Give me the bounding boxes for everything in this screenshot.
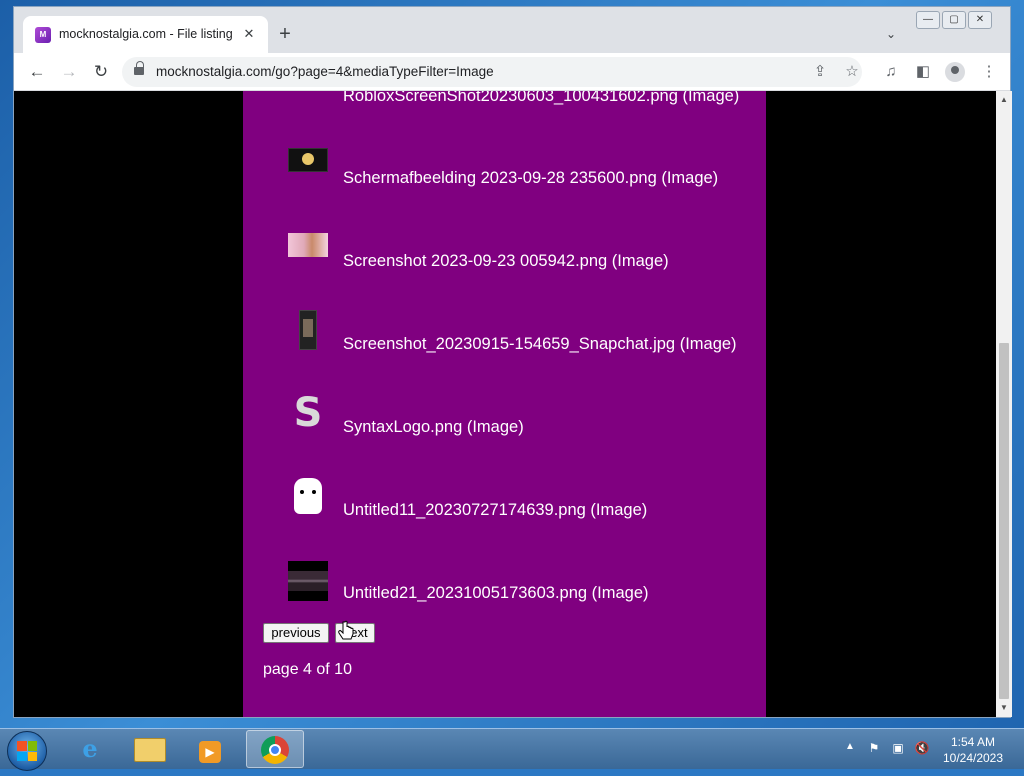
thumbnail-image[interactable] [299,310,317,350]
forward-button[interactable]: → [58,61,80,83]
media-player-icon[interactable]: ▶ [182,730,238,768]
previous-button[interactable]: previous [263,623,329,643]
list-item[interactable]: Screenshot 2023-09-23 005942.png (Image) [243,227,766,287]
site-favicon-icon: M [35,27,51,43]
windows-logo-icon [17,741,37,761]
clock-date: 10/24/2023 [942,751,1004,765]
file-link[interactable]: Screenshot_20230915-154659_Snapchat.jpg … [343,335,737,354]
file-link[interactable]: Schermafbeelding 2023-09-28 235600.png (… [343,169,718,188]
hand-cursor-icon [338,620,354,640]
network-icon[interactable]: ▣ [890,740,906,756]
list-item[interactable]: Schermafbeelding 2023-09-28 235600.png (… [243,144,766,204]
list-item[interactable]: Untitled21_20231005173603.png (Image) [243,559,766,619]
browser-toolbar: ← → ↻ mocknostalgia.com/go?page=4&mediaT… [14,53,1010,91]
window-controls: — ▢ ✕ [916,11,992,29]
list-item[interactable]: S SyntaxLogo.png (Image) [243,393,766,453]
show-hidden-icons-icon[interactable]: ▲ [845,741,855,752]
lock-icon[interactable] [134,61,144,75]
media-control-icon[interactable]: ♫ [880,61,902,83]
share-icon[interactable]: ⇪ [810,62,830,82]
list-item[interactable]: Screenshot_20230915-154659_Snapchat.jpg … [243,310,766,370]
new-tab-button[interactable]: + [274,24,296,46]
maximize-button[interactable]: ▢ [942,11,966,29]
system-clock[interactable]: 1:54 AM 10/24/2023 [930,734,1016,766]
thumbnail-image[interactable] [288,233,328,257]
volume-muted-icon[interactable]: 🔇 [914,740,930,756]
scrollbar-thumb[interactable] [999,343,1009,699]
tab-title: mocknostalgia.com - File listing [59,27,233,41]
file-link[interactable]: Untitled11_20230727174639.png (Image) [343,501,647,520]
chrome-taskbar-button[interactable] [246,730,304,768]
menu-icon[interactable]: ⋮ [978,61,1000,83]
page-indicator: page 4 of 10 [263,661,352,678]
file-link[interactable]: SyntaxLogo.png (Image) [343,418,524,437]
file-listing-panel: RobloxScreenShot20230603_100431602.png (… [243,91,766,717]
file-link[interactable]: Untitled21_20231005173603.png (Image) [343,584,649,603]
thumbnail-image[interactable] [288,148,328,172]
scroll-down-arrow-icon[interactable]: ▼ [996,701,1012,715]
thumbnail-image[interactable]: S [288,393,328,433]
vertical-scrollbar[interactable]: ▲ ▼ [996,91,1012,717]
reload-button[interactable]: ↻ [90,61,112,83]
tab-search-icon[interactable]: ⌄ [886,27,896,41]
address-bar[interactable]: mocknostalgia.com/go?page=4&mediaTypeFil… [122,57,862,87]
file-link[interactable]: Screenshot 2023-09-23 005942.png (Image) [343,252,669,271]
chrome-icon [261,736,289,764]
start-button[interactable] [7,731,47,771]
page-viewport: RobloxScreenShot20230603_100431602.png (… [14,91,996,717]
file-link[interactable]: RobloxScreenShot20230603_100431602.png (… [343,91,739,106]
tab-strip: M mocknostalgia.com - File listing ✕ + ⌄… [14,7,1010,53]
thumbnail-image[interactable] [288,476,328,516]
bookmark-star-icon[interactable]: ☆ [842,62,862,82]
minimize-button[interactable]: — [916,11,940,29]
taskbar: e ▶ ▲ ⚑ ▣ 🔇 1:54 AM 10/24/2023 [0,728,1024,771]
tab-close-icon[interactable]: ✕ [239,24,259,44]
thumbnail-image[interactable] [288,561,328,601]
close-window-button[interactable]: ✕ [968,11,992,29]
action-center-icon[interactable]: ⚑ [866,740,882,756]
internet-explorer-icon[interactable]: e [62,730,118,768]
back-button[interactable]: ← [26,61,48,83]
list-item[interactable]: RobloxScreenShot20230603_100431602.png (… [243,91,766,131]
browser-window: M mocknostalgia.com - File listing ✕ + ⌄… [13,6,1012,718]
list-item[interactable]: Untitled11_20230727174639.png (Image) [243,476,766,536]
tab-file-listing[interactable]: M mocknostalgia.com - File listing ✕ [23,16,268,53]
scroll-up-arrow-icon[interactable]: ▲ [996,93,1012,107]
url-text[interactable]: mocknostalgia.com/go?page=4&mediaTypeFil… [156,64,494,79]
file-explorer-icon[interactable] [122,730,178,768]
clock-time: 1:54 AM [950,735,996,749]
side-panel-icon[interactable]: ◧ [912,61,934,83]
profile-avatar[interactable] [945,62,965,82]
